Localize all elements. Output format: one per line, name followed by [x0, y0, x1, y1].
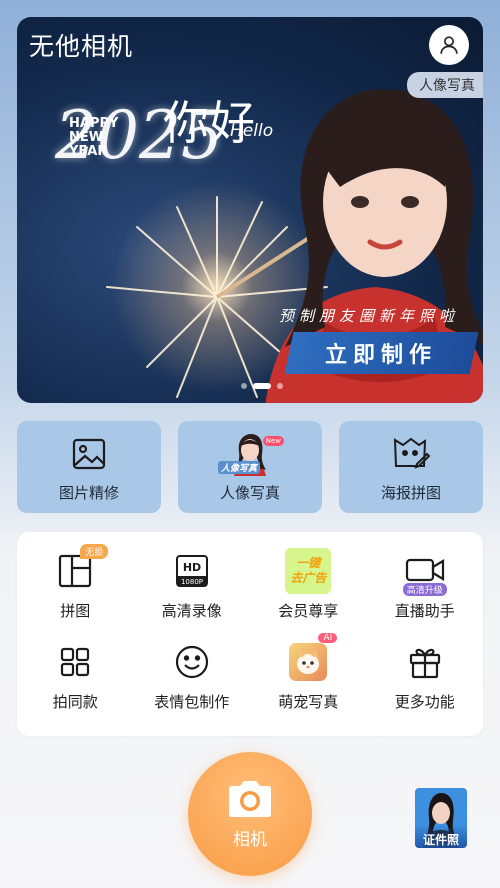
tool-live-assistant[interactable]: 高清升级 直播助手 [367, 548, 484, 621]
poster-icon [393, 437, 431, 469]
id-photo-label: 证件照 [415, 825, 467, 848]
lossless-badge: 无损 [80, 544, 109, 559]
tools-panel: 无损 拼图 HD 1080P 高清录像 一键 去广告 会员尊享 高清升级 直播助… [17, 532, 483, 736]
tool-vip[interactable]: 一键 去广告 会员尊享 [250, 548, 367, 621]
tool-pet-portrait[interactable]: AI 萌宠写真 [250, 633, 367, 712]
tool-collage[interactable]: 无损 拼图 [17, 544, 134, 621]
layout-icon [61, 647, 90, 677]
promo-banner[interactable]: 2025 HAPPY NEW YEAR 你好 Hello 无他相机 人像写真 预… [17, 17, 483, 403]
feature-photo-retouch[interactable]: 图片精修 [17, 421, 161, 513]
tool-more[interactable]: 更多功能 [367, 639, 484, 712]
portrait-thumbnail: 人像写真 New [218, 434, 284, 476]
tool-label: 拼图 [60, 602, 91, 620]
camera-button[interactable]: 相机 [188, 752, 312, 876]
video-camera-icon [405, 558, 444, 582]
camera-icon [229, 780, 271, 817]
tool-hd-video[interactable]: HD 1080P 高清录像 [134, 548, 251, 621]
make-now-button[interactable]: 立即制作 [284, 332, 479, 374]
tool-label: 更多功能 [394, 693, 455, 711]
user-profile-button[interactable] [429, 25, 469, 65]
feature-label: 海报拼图 [380, 484, 441, 502]
collage-icon [59, 554, 92, 588]
feature-label: 人像写真 [219, 484, 280, 502]
carousel-indicator [241, 383, 283, 389]
pet-icon [289, 643, 328, 681]
hd-video-icon: HD 1080P [169, 548, 215, 594]
gift-icon [409, 648, 440, 679]
feature-cards: 图片精修 人像写真 New 人像写真 海报拼图 [17, 421, 483, 513]
image-icon [72, 438, 106, 470]
id-photo-button[interactable]: 证件照 [415, 788, 467, 848]
carousel-dot-active[interactable] [253, 383, 271, 389]
tool-label: 萌宠写真 [278, 693, 339, 711]
tool-label: 高清录像 [161, 602, 222, 620]
carousel-dot[interactable] [277, 383, 283, 389]
thumbnail-tag: 人像写真 [218, 461, 261, 474]
banner-subtitle: 预制朋友圈新年照啦 [279, 307, 460, 325]
feature-portrait[interactable]: 人像写真 New 人像写真 [178, 421, 322, 513]
ai-badge: AI [318, 633, 338, 643]
tool-label: 直播助手 [394, 602, 455, 620]
tool-same-style[interactable]: 拍同款 [17, 639, 134, 712]
tool-label: 表情包制作 [154, 693, 230, 711]
remove-ads-icon: 一键 去广告 [285, 548, 332, 594]
new-badge: New [262, 436, 284, 446]
feature-label: 图片精修 [58, 484, 119, 502]
tool-label: 拍同款 [52, 693, 98, 711]
tool-label: 会员尊享 [278, 602, 339, 620]
smiley-icon [175, 645, 208, 679]
feature-poster-collage[interactable]: 海报拼图 [339, 421, 483, 513]
app-title: 无他相机 [29, 32, 134, 61]
svg-text:HD: HD [183, 561, 201, 574]
carousel-dot[interactable] [241, 383, 247, 389]
svg-text:1080P: 1080P [181, 578, 203, 586]
user-icon [440, 36, 458, 54]
tool-sticker-maker[interactable]: 表情包制作 [134, 639, 251, 712]
portrait-tag[interactable]: 人像写真 [407, 72, 483, 98]
hd-upgrade-badge: 高清升级 [402, 583, 447, 596]
camera-label: 相机 [233, 829, 267, 850]
greeting-text: 你好 [163, 96, 255, 150]
make-now-label: 立即制作 [325, 343, 438, 368]
greeting-happy-new-year: HAPPY NEW YEAR [69, 116, 119, 159]
